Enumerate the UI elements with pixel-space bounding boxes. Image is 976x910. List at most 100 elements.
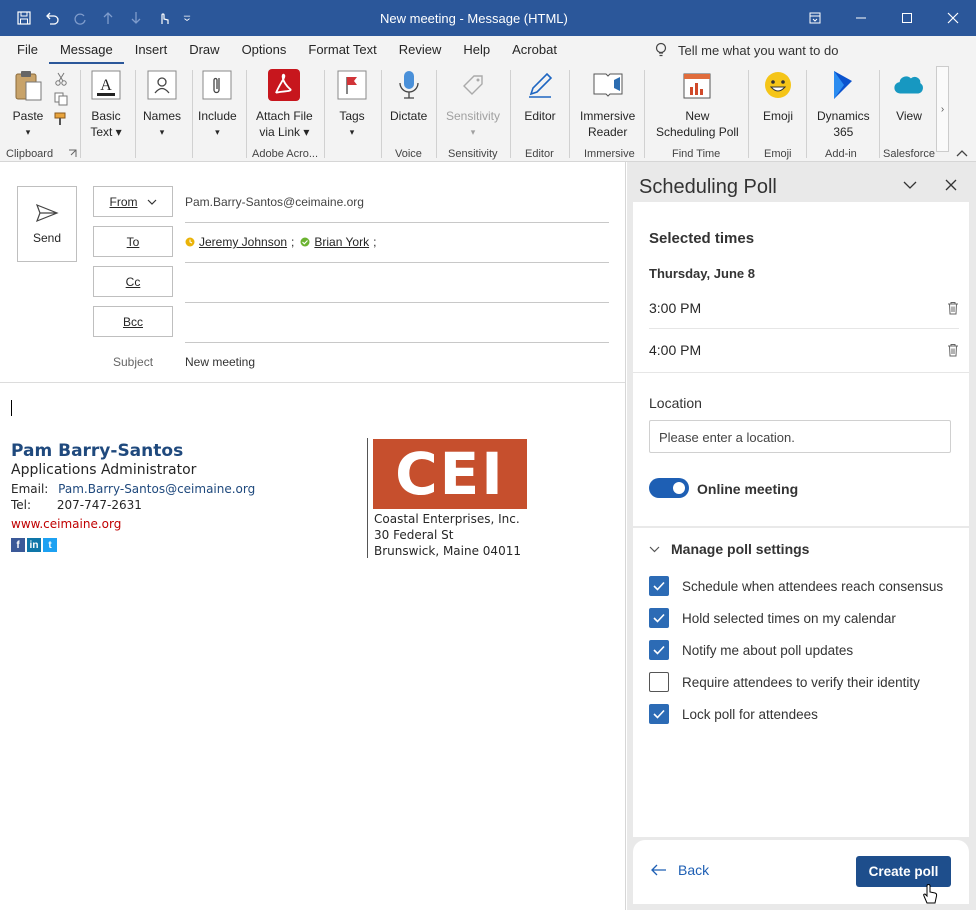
checkbox-unchecked[interactable] bbox=[649, 672, 669, 692]
ribbon-display-options-icon[interactable] bbox=[792, 0, 838, 36]
ribbon-separator bbox=[510, 70, 511, 158]
group-label-editor: Editor bbox=[525, 148, 554, 160]
attach-file-via-link-button[interactable]: Attach File via Link ▾ bbox=[256, 68, 313, 140]
include-button[interactable]: Include ▾ bbox=[198, 68, 237, 140]
scheduling-poll-icon bbox=[683, 73, 711, 99]
time-slot: 4:00 PM bbox=[649, 329, 959, 371]
tab-acrobat[interactable]: Acrobat bbox=[501, 36, 568, 64]
from-value: Pam.Barry-Santos@ceimaine.org bbox=[185, 195, 364, 209]
format-painter-icon[interactable] bbox=[54, 112, 68, 126]
minimize-icon[interactable] bbox=[838, 0, 884, 36]
recipient-chip[interactable]: Brian York bbox=[314, 235, 369, 249]
chevron-down-icon[interactable] bbox=[903, 181, 917, 189]
tab-help[interactable]: Help bbox=[452, 36, 501, 64]
tab-insert[interactable]: Insert bbox=[124, 36, 179, 64]
tell-me-search[interactable]: Tell me what you want to do bbox=[654, 36, 838, 64]
bcc-input[interactable] bbox=[185, 306, 609, 342]
checkbox-checked[interactable] bbox=[649, 576, 669, 596]
tags-button[interactable]: Tags ▾ bbox=[336, 68, 368, 140]
company-address: Coastal Enterprises, Inc. 30 Federal St … bbox=[374, 512, 521, 558]
dictate-button[interactable]: Dictate bbox=[390, 68, 427, 124]
cei-logo: CEI bbox=[373, 439, 527, 509]
undo-icon[interactable] bbox=[38, 0, 66, 36]
sensitivity-button: Sensitivity ▾ bbox=[446, 68, 500, 140]
cc-input[interactable] bbox=[185, 266, 609, 302]
create-poll-button[interactable]: Create poll bbox=[856, 856, 951, 887]
customize-qat-icon[interactable] bbox=[178, 0, 196, 36]
group-label-voice: Voice bbox=[395, 148, 422, 160]
available-status-icon bbox=[300, 237, 310, 247]
up-arrow-icon bbox=[94, 0, 122, 36]
tab-file[interactable]: File bbox=[6, 36, 49, 64]
touch-mode-icon[interactable] bbox=[150, 0, 178, 36]
signature-email-row: Email: Pam.Barry-Santos@ceimaine.org bbox=[11, 482, 256, 496]
tab-format-text[interactable]: Format Text bbox=[297, 36, 387, 64]
cc-button[interactable]: Cc bbox=[93, 266, 173, 297]
poll-footer: Back Create poll bbox=[633, 840, 969, 904]
ribbon-separator bbox=[135, 70, 136, 158]
linkedin-icon[interactable]: in bbox=[27, 538, 41, 552]
location-label: Location bbox=[649, 395, 702, 411]
names-button[interactable]: Names ▾ bbox=[143, 68, 181, 140]
setting-lock-poll[interactable]: Lock poll for attendees bbox=[649, 698, 943, 730]
emoji-button[interactable]: Emoji bbox=[762, 68, 794, 124]
facebook-icon[interactable]: f bbox=[11, 538, 25, 552]
salesforce-view-button[interactable]: View bbox=[893, 68, 925, 124]
setting-consensus[interactable]: Schedule when attendees reach consensus bbox=[649, 570, 943, 602]
location-input[interactable]: Please enter a location. bbox=[649, 420, 951, 453]
setting-verify-identity[interactable]: Require attendees to verify their identi… bbox=[649, 666, 943, 698]
signature-website-link[interactable]: www.ceimaine.org bbox=[11, 517, 121, 531]
setting-notify[interactable]: Notify me about poll updates bbox=[649, 634, 943, 666]
to-recipients-input[interactable]: Jeremy Johnson; Brian York; bbox=[185, 235, 376, 249]
close-pane-icon[interactable] bbox=[945, 179, 957, 191]
send-button[interactable]: Send bbox=[17, 186, 77, 262]
online-meeting-toggle[interactable] bbox=[649, 478, 689, 498]
dialog-launcher-icon[interactable] bbox=[68, 149, 77, 158]
tab-options[interactable]: Options bbox=[231, 36, 298, 64]
back-button[interactable]: Back bbox=[651, 862, 709, 878]
close-window-icon[interactable] bbox=[930, 0, 976, 36]
text-cursor bbox=[11, 400, 12, 416]
from-button[interactable]: From bbox=[93, 186, 173, 217]
paste-button[interactable]: Paste ▾ bbox=[12, 68, 44, 140]
ribbon-separator bbox=[192, 70, 193, 158]
collapse-ribbon-icon[interactable] bbox=[956, 149, 968, 157]
checkbox-checked[interactable] bbox=[649, 608, 669, 628]
chevron-down-icon bbox=[147, 199, 156, 205]
copy-icon[interactable] bbox=[54, 92, 68, 106]
settings-list: Schedule when attendees reach consensus … bbox=[649, 570, 943, 730]
basic-text-button[interactable]: A Basic Text ▾ bbox=[90, 68, 122, 140]
new-scheduling-poll-button[interactable]: New Scheduling Poll bbox=[656, 68, 739, 140]
signature-email-link[interactable]: Pam.Barry-Santos@ceimaine.org bbox=[58, 482, 255, 496]
group-label-emoji: Emoji bbox=[764, 148, 792, 160]
checkbox-checked[interactable] bbox=[649, 704, 669, 724]
editor-button[interactable]: Editor bbox=[524, 68, 556, 124]
group-label-salesforce: Salesforce bbox=[883, 148, 935, 160]
signature-divider bbox=[367, 438, 368, 558]
ribbon-scroll-right-button[interactable]: › bbox=[936, 66, 949, 152]
manage-poll-settings-toggle[interactable]: Manage poll settings bbox=[649, 541, 809, 557]
immersive-reader-button[interactable]: Immersive Reader bbox=[580, 68, 635, 140]
tab-review[interactable]: Review bbox=[388, 36, 453, 64]
trash-icon[interactable] bbox=[947, 343, 959, 357]
subject-label: Subject bbox=[113, 355, 154, 369]
group-label-sensitivity: Sensitivity bbox=[448, 148, 498, 160]
save-icon[interactable] bbox=[10, 0, 38, 36]
twitter-icon[interactable]: t bbox=[43, 538, 57, 552]
cut-icon[interactable] bbox=[54, 72, 68, 86]
subject-input[interactable]: New meeting bbox=[185, 355, 255, 369]
maximize-icon[interactable] bbox=[884, 0, 930, 36]
setting-hold-times[interactable]: Hold selected times on my calendar bbox=[649, 602, 943, 634]
cc-underline bbox=[185, 302, 609, 303]
tab-draw[interactable]: Draw bbox=[178, 36, 230, 64]
trash-icon[interactable] bbox=[947, 301, 959, 315]
bcc-button[interactable]: Bcc bbox=[93, 306, 173, 337]
checkbox-checked[interactable] bbox=[649, 640, 669, 660]
lightbulb-icon bbox=[655, 42, 667, 57]
to-button[interactable]: To bbox=[93, 226, 173, 257]
ribbon-separator bbox=[80, 70, 81, 158]
dynamics-365-button[interactable]: Dynamics 365 bbox=[817, 68, 870, 140]
ribbon-separator bbox=[806, 70, 807, 158]
tab-message[interactable]: Message bbox=[48, 36, 124, 64]
recipient-chip[interactable]: Jeremy Johnson bbox=[199, 235, 287, 249]
